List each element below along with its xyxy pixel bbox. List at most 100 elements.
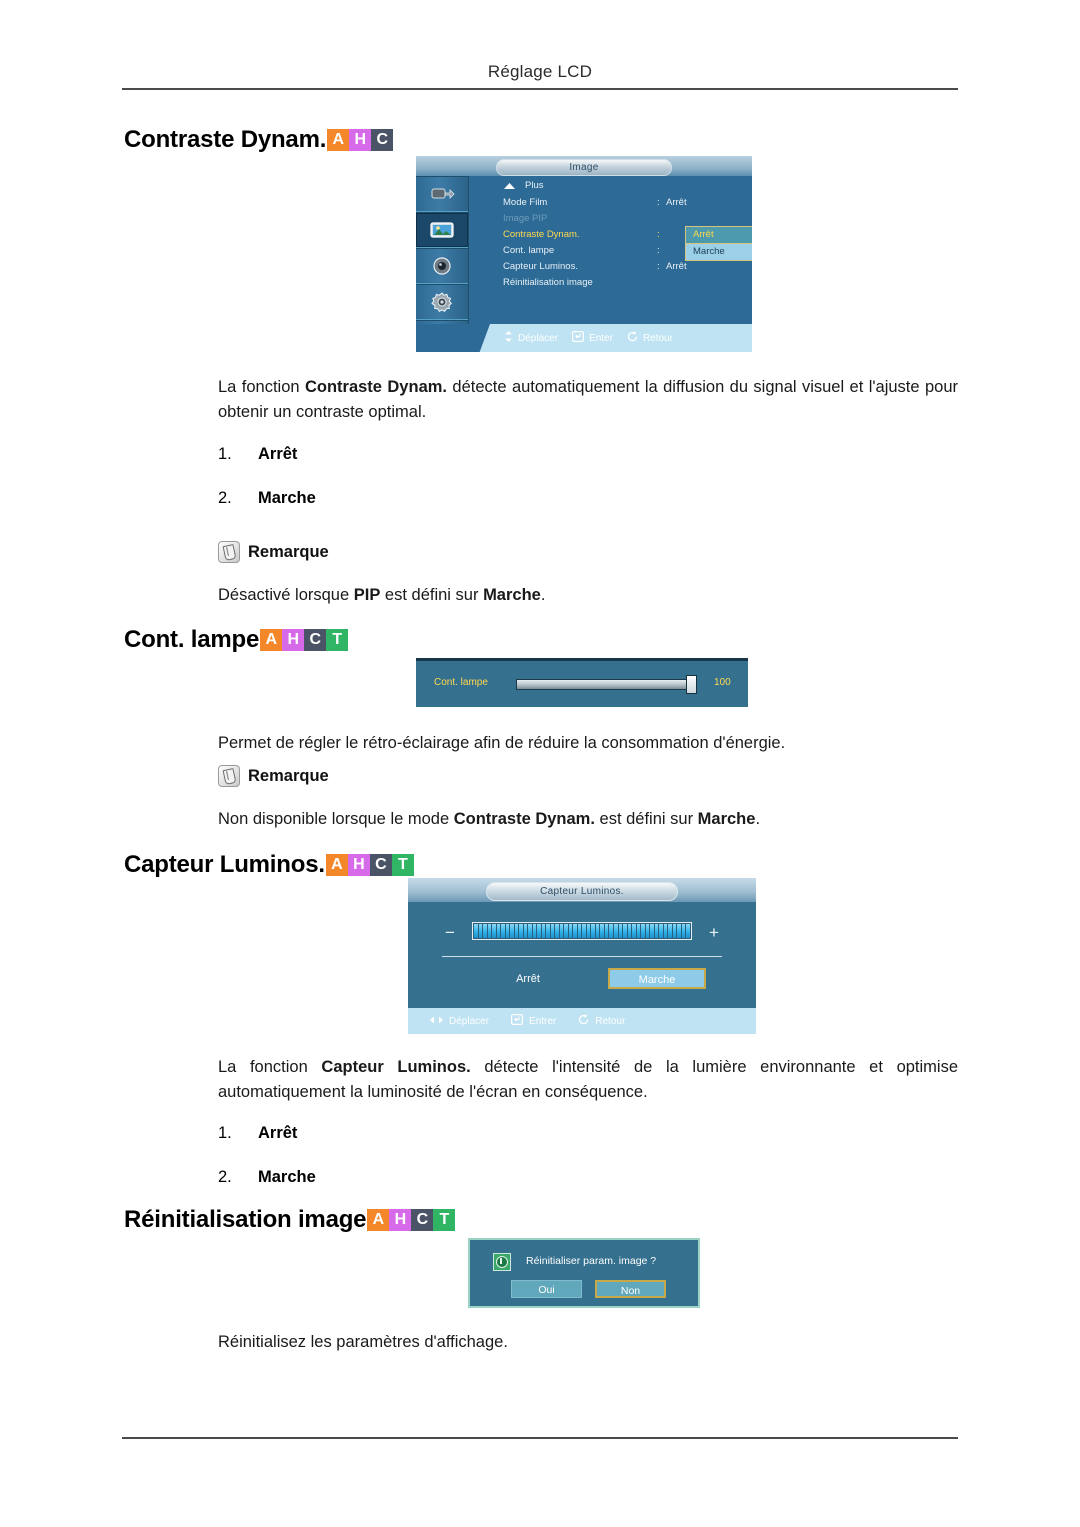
osd-dialog-no-button[interactable]: Non xyxy=(595,1280,666,1298)
osd-sidebar-item-picture[interactable] xyxy=(416,212,468,248)
note-remarque: Remarque xyxy=(218,765,329,787)
osd-sensor-gauge-segment xyxy=(519,924,523,938)
list-item-label: Marche xyxy=(258,1168,316,1186)
heading-text: Capteur Luminos. xyxy=(124,851,325,878)
osd-sensor-footer-label: Retour xyxy=(595,1015,626,1027)
osd-sensor-gauge-segment xyxy=(686,924,690,938)
input-source-icon xyxy=(429,184,455,204)
badge-c: C xyxy=(411,1209,434,1231)
osd-sensor-footer: Déplacer Entrer Retour xyxy=(408,1008,756,1034)
osd-sensor-gauge-segment xyxy=(528,924,532,938)
return-arrow-icon xyxy=(627,331,638,345)
note-body-contraste-dynam: Désactivé lorsque PIP est défini sur Mar… xyxy=(218,583,958,608)
list-item-number: 2. xyxy=(218,1168,232,1186)
note-bold-pip: PIP xyxy=(353,586,381,604)
osd-row-label: Contraste Dynam. xyxy=(503,229,580,240)
badge-a: A xyxy=(260,629,283,651)
badge-c: C xyxy=(371,129,394,151)
heading-text: Réinitialisation image xyxy=(124,1206,367,1233)
badge-group: A H C T xyxy=(260,629,349,651)
osd-sensor-gauge-segment xyxy=(546,924,550,938)
osd-dropdown-option-marche[interactable]: Marche xyxy=(686,243,752,260)
osd-sensor-minus-button[interactable]: − xyxy=(442,924,458,941)
sound-icon xyxy=(431,256,453,276)
osd-sensor-gauge-segment xyxy=(577,924,582,938)
osd-sensor-gauge-segment xyxy=(641,924,645,938)
osd-footer-label: Déplacer xyxy=(518,332,559,344)
osd-row-colon: : xyxy=(657,197,660,208)
paragraph-capteur-luminos: La fonction Capteur Luminos. détecte l'i… xyxy=(218,1055,958,1105)
osd-sensor-gauge-segment xyxy=(613,924,618,938)
badge-a: A xyxy=(327,129,350,151)
osd-sensor-option-arret[interactable]: Arrêt xyxy=(488,973,568,985)
list-item-label: Arrêt xyxy=(258,445,298,463)
chevron-up-icon xyxy=(503,182,516,190)
badge-h: H xyxy=(349,129,372,151)
osd-dropdown-option-arret[interactable]: Arrêt xyxy=(686,227,752,243)
osd-row-value: Arrêt xyxy=(666,261,687,272)
osd-row-label: Image PIP xyxy=(503,213,548,224)
badge-a: A xyxy=(367,1209,390,1231)
osd-slider-track[interactable] xyxy=(516,679,693,690)
osd-title: Image xyxy=(496,159,672,176)
badge-t: T xyxy=(391,854,414,876)
osd-sensor-gauge-segment xyxy=(668,924,672,938)
osd-sensor-gauge-segment xyxy=(654,924,659,938)
osd-row-label: Capteur Luminos. xyxy=(503,261,578,272)
osd-more-label: Plus xyxy=(525,180,544,191)
osd-footer: Déplacer Enter Retour xyxy=(416,324,752,352)
osd-sensor-option-marche[interactable]: Marche xyxy=(608,968,706,989)
badge-t: T xyxy=(326,629,349,651)
osd-sensor-gauge-segment xyxy=(550,924,555,938)
osd-sensor-gauge-segment xyxy=(623,924,627,938)
badge-h: H xyxy=(282,629,305,651)
info-icon xyxy=(493,1253,511,1271)
note-suffix: . xyxy=(540,586,546,604)
list-item-number: 1. xyxy=(218,1124,232,1142)
osd-sensor-gauge-segment xyxy=(573,924,577,938)
osd-sensor-footer-label: Entrer xyxy=(529,1015,557,1027)
badge-t: T xyxy=(433,1209,456,1231)
osd-sensor-gauge-segment xyxy=(532,924,537,938)
osd-sensor-gauge-segment xyxy=(650,924,654,938)
dpad-updown-icon xyxy=(504,331,513,345)
osd-sensor-gauge[interactable] xyxy=(472,922,692,940)
osd-sensor-panel: Capteur Luminos. − + Arrêt Marche Déplac… xyxy=(408,878,756,1034)
osd-menu-body: Plus Mode Film : Arrêt Image PIP Contras… xyxy=(469,176,752,324)
osd-sensor-gauge-segment xyxy=(591,924,595,938)
badge-group: A H C xyxy=(327,129,394,151)
note-prefix: Désactivé lorsque xyxy=(218,586,354,604)
osd-footer-label: Enter xyxy=(589,332,613,344)
osd-dialog-yes-button[interactable]: Oui xyxy=(511,1280,582,1298)
osd-dropdown[interactable]: Arrêt Marche xyxy=(685,226,752,261)
osd-row-colon: : xyxy=(657,245,660,256)
note-remarque: Remarque xyxy=(218,541,329,563)
osd-sensor-gauge-segment xyxy=(478,924,483,938)
osd-sidebar-item-sound[interactable] xyxy=(416,248,468,284)
badge-group: A H C T xyxy=(325,854,414,876)
osd-slider-value: 100 xyxy=(714,677,731,688)
list-item-number: 2. xyxy=(218,489,232,507)
osd-dialog-message: Réinitialiser param. image ? xyxy=(526,1255,657,1267)
osd-sensor-plus-button[interactable]: + xyxy=(706,924,722,941)
osd-lamp-slider-panel: Cont. lampe 100 xyxy=(416,658,748,707)
osd-sensor-gauge-segment xyxy=(537,924,541,938)
osd-sidebar-item-setup[interactable] xyxy=(416,284,468,320)
osd-row-value: Arrêt xyxy=(666,197,687,208)
osd-sensor-gauge-segment xyxy=(600,924,604,938)
heading-contraste-dynam: Contraste Dynam. A H C xyxy=(124,126,394,154)
note-pen-icon xyxy=(218,765,240,787)
heading-reinitialisation-image: Réinitialisation image A H C T xyxy=(124,1206,456,1234)
osd-sensor-gauge-segment xyxy=(541,924,546,938)
osd-footer-enter: Enter xyxy=(572,331,613,345)
osd-sensor-gauge-segment xyxy=(564,924,568,938)
osd-sensor-gauge-segment xyxy=(492,924,496,938)
osd-sensor-gauge-segment xyxy=(672,924,677,938)
osd-sensor-gauge-segment xyxy=(677,924,681,938)
running-header: Réglage LCD xyxy=(487,62,593,81)
osd-reset-dialog: Réinitialiser param. image ? Oui Non xyxy=(468,1238,700,1308)
osd-sidebar-item-input[interactable] xyxy=(416,176,468,212)
note-title: Remarque xyxy=(248,542,329,561)
osd-slider-knob[interactable] xyxy=(686,675,697,694)
osd-sensor-gauge-segment xyxy=(510,924,514,938)
